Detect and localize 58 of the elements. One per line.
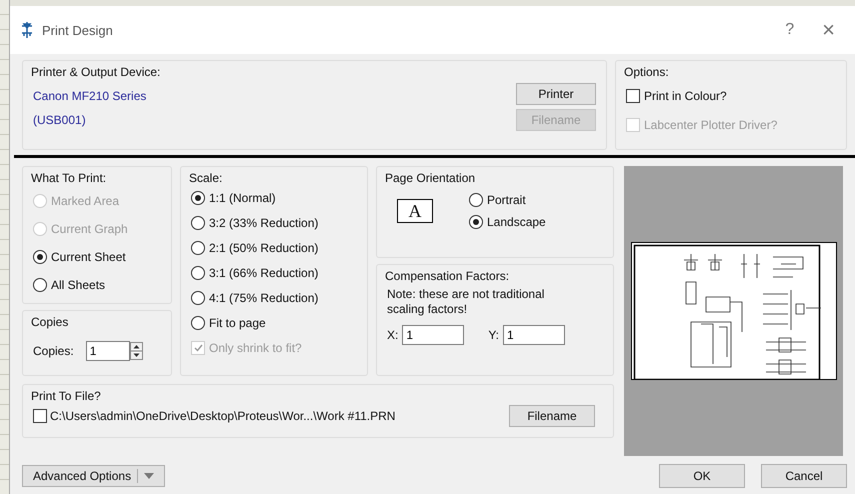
y-input-field[interactable]: 1 (503, 325, 566, 345)
group-title: Scale: (189, 171, 224, 185)
caret-icon (144, 473, 154, 479)
cancel-button[interactable]: Cancel (761, 464, 847, 488)
radio-button[interactable] (469, 215, 483, 229)
radio-label: 3:2 (33% Reduction) (209, 216, 318, 230)
field-label: Y: (488, 328, 500, 342)
group-title: Printer & Output Device: (31, 65, 162, 79)
window-title: Print Design (42, 22, 113, 38)
checkbox-label: Print in Colour? (644, 88, 727, 102)
x-input-field[interactable]: 1 (402, 325, 464, 345)
ok-button[interactable]: OK (659, 464, 745, 488)
checkbox-label: Labcenter Plotter Driver? (644, 118, 778, 132)
radio-button[interactable] (469, 193, 483, 207)
radio-button[interactable] (191, 190, 205, 204)
file-path: C:\Users\admin\OneDrive\Desktop\Proteus\Wor...\Work #11.PRN (50, 409, 396, 423)
radio-label: 4:1 (75% Reduction) (209, 290, 318, 304)
checkbox[interactable] (626, 88, 640, 102)
group-title: What To Print: (31, 171, 108, 185)
radio-label: All Sheets (51, 278, 106, 292)
group-title: Options: (624, 65, 670, 79)
radio-button[interactable] (191, 266, 205, 280)
radio-button[interactable] (191, 240, 205, 254)
printer-port: (USB001) (33, 113, 87, 127)
group-title: Page Orientation (385, 171, 476, 185)
note-text: Note: these are not traditional scaling factors! (387, 287, 546, 317)
field-label: Copies: (33, 344, 74, 358)
radio-label: Current Graph (51, 222, 128, 236)
copies-input-field[interactable]: 1 (86, 341, 130, 361)
help-button[interactable]: ? (775, 21, 804, 39)
radio-label: 3:1 (66% Reduction) (209, 266, 318, 280)
radio-label: Marked Area (51, 194, 120, 208)
spinner-icon[interactable] (130, 342, 143, 360)
radio-button[interactable] (191, 290, 205, 304)
radio-label: Portrait (487, 193, 526, 207)
radio-label: Fit to page (209, 316, 266, 330)
radio-label: 1:1 (Normal) (209, 190, 276, 204)
diode-icon (20, 22, 34, 38)
field-label: X: (387, 328, 398, 342)
radio-label: Current Sheet (51, 250, 126, 264)
radio-button[interactable] (33, 278, 47, 292)
checkbox[interactable] (33, 409, 47, 423)
checkbox-label: Only shrink to fit? (209, 340, 302, 354)
radio-label: Landscape (487, 215, 546, 229)
group-title: Print To File? (31, 389, 102, 403)
page-icon: A (397, 199, 433, 223)
radio-label: 2:1 (50% Reduction) (209, 240, 318, 254)
filename-button[interactable]: Filename (509, 405, 595, 427)
printer-name: Canon MF210 Series (33, 89, 146, 103)
printer-button[interactable]: Printer (516, 83, 596, 105)
close-button[interactable]: × (812, 17, 845, 43)
radio-button[interactable] (191, 316, 205, 330)
advanced-options-button[interactable]: Advanced Options (22, 465, 166, 487)
group-title: Copies (31, 315, 70, 329)
group-title: Compensation Factors: (385, 269, 510, 283)
radio-button[interactable] (33, 250, 47, 264)
tick-icon (194, 344, 202, 352)
radio-button[interactable] (191, 216, 205, 230)
